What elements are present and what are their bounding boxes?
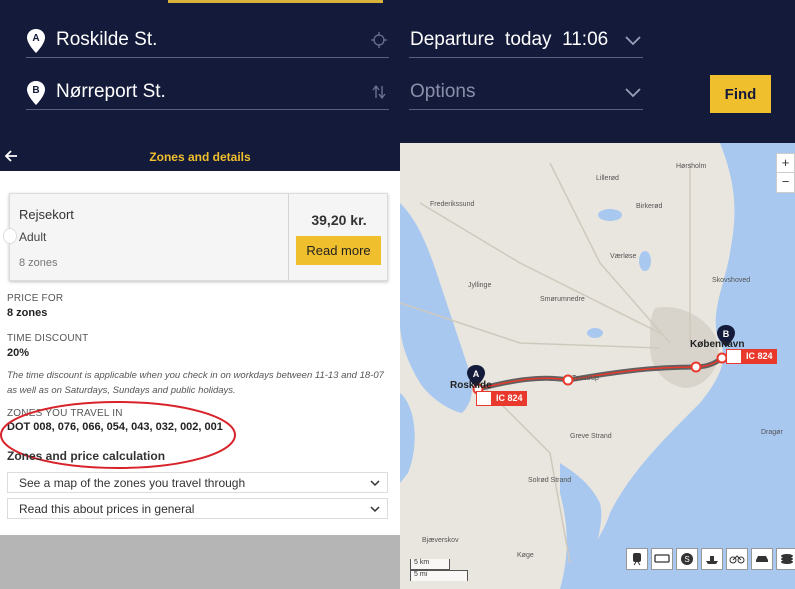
town-label: Hørsholm bbox=[676, 163, 707, 170]
town-label: Skovshoved bbox=[712, 277, 751, 284]
prices-dropdown[interactable]: Read this about prices in general bbox=[7, 498, 388, 519]
town-label: Lillerød bbox=[596, 175, 619, 182]
map-marker-a-letter: A bbox=[473, 369, 480, 379]
price-for-label: PRICE FOR bbox=[7, 293, 64, 304]
price-calc-title: Zones and price calculation bbox=[7, 449, 166, 463]
from-field[interactable]: A Roskilde St. bbox=[26, 26, 389, 58]
layers-icon[interactable] bbox=[776, 548, 795, 570]
town-label: Bjæverskov bbox=[422, 537, 459, 544]
train-tag-a[interactable]: IC 824 bbox=[476, 391, 527, 406]
train-tag-b-label: IC 824 bbox=[746, 351, 773, 361]
to-marker-letter: B bbox=[32, 85, 39, 96]
ticket-name: Rejsekort bbox=[19, 207, 74, 222]
card-notch bbox=[3, 228, 17, 244]
svg-text:S: S bbox=[684, 555, 689, 564]
find-button[interactable]: Find bbox=[710, 75, 771, 113]
marker-a-icon: A bbox=[27, 29, 45, 53]
map-marker-b-letter: B bbox=[723, 329, 730, 339]
map-canvas[interactable]: A B bbox=[400, 143, 795, 589]
zones-panel: Zones and details Rejsekort Adult 8 zone… bbox=[0, 143, 400, 589]
map-scale: 5 km 5 mi bbox=[410, 559, 472, 581]
car-icon[interactable] bbox=[751, 548, 773, 570]
marker-b-icon: B bbox=[27, 81, 45, 105]
discount-note: The time discount is applicable when you… bbox=[7, 370, 384, 396]
train-icon[interactable] bbox=[626, 548, 648, 570]
scale-km: 5 km bbox=[410, 559, 450, 570]
locate-icon[interactable] bbox=[371, 32, 387, 48]
price-for-value: 8 zones bbox=[7, 307, 48, 319]
town-label: Dragør bbox=[761, 429, 783, 436]
from-input[interactable]: Roskilde St. bbox=[56, 29, 157, 51]
departure-select[interactable]: Departure today 11:06 bbox=[409, 26, 643, 58]
card-divider bbox=[288, 194, 289, 280]
zoom-control: + − bbox=[776, 153, 795, 193]
zone-map-dropdown-label: See a map of the zones you travel throug… bbox=[19, 476, 246, 490]
swap-icon[interactable] bbox=[371, 84, 387, 100]
chevron-down-icon bbox=[625, 88, 641, 98]
zone-map-dropdown[interactable]: See a map of the zones you travel throug… bbox=[7, 472, 388, 493]
to-input[interactable]: Nørreport St. bbox=[56, 81, 166, 103]
chevron-down-icon bbox=[370, 480, 380, 487]
town-label: Greve Strand bbox=[570, 433, 612, 440]
search-panel: A Roskilde St. B Nørreport St. Departure… bbox=[0, 0, 795, 143]
options-select[interactable]: Options bbox=[409, 78, 643, 110]
train-tag-a-label: IC 824 bbox=[496, 393, 523, 403]
town-label: Smørumnedre bbox=[540, 296, 585, 303]
town-label: Køge bbox=[517, 552, 534, 559]
from-marker-letter: A bbox=[32, 33, 39, 44]
scale-mi: 5 mi bbox=[410, 570, 468, 581]
ticket-zones: 8 zones bbox=[19, 257, 58, 269]
city-label-a: Roskilde bbox=[450, 380, 492, 391]
top-accent-line bbox=[168, 0, 383, 3]
prices-dropdown-label: Read this about prices in general bbox=[19, 502, 195, 516]
route-stop[interactable] bbox=[690, 361, 702, 373]
ticket-card: Rejsekort Adult 8 zones 39,20 kr. Read m… bbox=[3, 193, 388, 281]
ticket-category: Adult bbox=[19, 230, 47, 244]
station-icon bbox=[726, 349, 742, 364]
zones-header: Zones and details bbox=[0, 143, 400, 171]
chevron-down-icon bbox=[370, 506, 380, 513]
town-label: Frederikssund bbox=[430, 201, 475, 208]
zoom-in-button[interactable]: + bbox=[777, 154, 794, 173]
read-more-button[interactable]: Read more bbox=[296, 236, 381, 265]
train-tag-b[interactable]: IC 824 bbox=[726, 349, 777, 364]
town-label: Jyllinge bbox=[468, 282, 492, 289]
time-discount-label: TIME DISCOUNT bbox=[7, 333, 89, 344]
panel-footer bbox=[0, 535, 400, 589]
station-icon bbox=[476, 391, 492, 406]
town-label: Værløse bbox=[610, 253, 637, 260]
ferry-icon[interactable] bbox=[701, 548, 723, 570]
ticket-price: 39,20 kr. bbox=[311, 212, 367, 228]
metro-icon[interactable]: S bbox=[676, 548, 698, 570]
zoom-out-button[interactable]: − bbox=[777, 173, 794, 192]
town-label: Taastrup bbox=[572, 375, 599, 382]
chevron-down-icon bbox=[625, 36, 641, 46]
bus-icon[interactable] bbox=[651, 548, 673, 570]
town-label: Solrød Strand bbox=[528, 477, 572, 484]
bicycle-icon[interactable] bbox=[726, 548, 748, 570]
time-discount-value: 20% bbox=[7, 347, 30, 359]
departure-value: Departure today 11:06 bbox=[410, 29, 609, 50]
route-map[interactable]: A B Hørsholm Lillerød Frederikssund Birk… bbox=[400, 143, 795, 589]
to-field[interactable]: B Nørreport St. bbox=[26, 78, 389, 110]
town-label: Birkerød bbox=[636, 203, 663, 210]
zones-title: Zones and details bbox=[149, 150, 251, 164]
options-placeholder: Options bbox=[410, 81, 476, 102]
transport-mode-bar: S bbox=[626, 548, 795, 570]
